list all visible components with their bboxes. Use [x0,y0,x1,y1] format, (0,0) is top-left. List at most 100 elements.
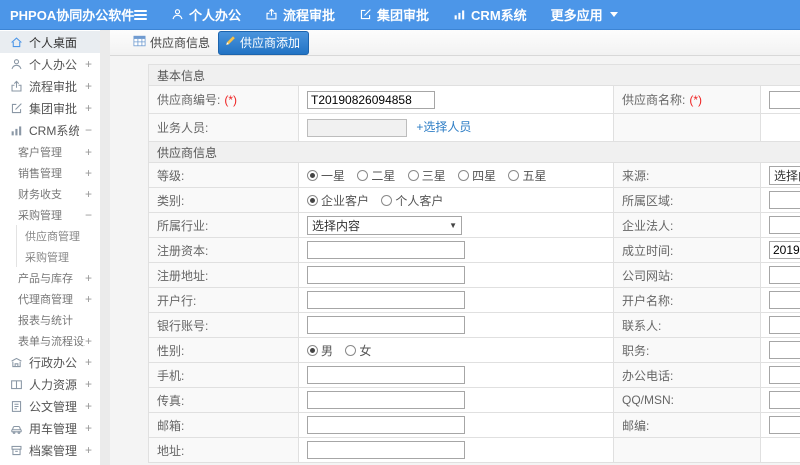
radio-level-2[interactable]: 二星 [357,167,395,184]
nav-label: 流程审批 [283,8,336,23]
sidebar-item-personal-office[interactable]: 个人办公 + [0,53,100,75]
sidebar-item-hr[interactable]: 人力资源 + [0,373,100,395]
fax-input[interactable] [307,391,465,409]
nav-label: 集团审批 [377,8,430,23]
qq-msn-input[interactable] [769,391,800,409]
nav-workflow-approval[interactable]: 流程审批 [265,5,335,24]
supplier-form-table: 基本信息 供应商编号:(*) 供应商名称:(*) 业务人员: +选择人员 [147,64,800,463]
contact-input[interactable] [769,316,800,334]
gender-radio-group: 男 女 [298,337,614,363]
radio-level-1[interactable]: 一星 [307,167,345,184]
address-label: 地址: [148,437,299,463]
radio-gender-male[interactable]: 男 [307,342,333,359]
nav-personal-office[interactable]: 个人办公 [171,5,241,24]
account-name-label: 开户名称: [613,287,761,313]
topbar: PHPOA协同办公软件 个人办公 流程审批 集团审批 CRM系统 更多应用 [0,0,800,30]
contact-label: 联系人: [613,312,761,338]
website-label: 公司网站: [613,262,761,288]
radio-off-icon [407,169,419,181]
sidebar-item-form-flow-settings[interactable]: 表单与流程设置 + [0,330,100,351]
registered-capital-input[interactable] [307,241,465,259]
bank-input[interactable] [307,291,465,309]
account-name-input[interactable] [769,291,800,309]
registered-address-input[interactable] [307,266,465,284]
sidebar-item-personal-desktop[interactable]: 个人桌面 [0,31,100,53]
email-input[interactable] [307,416,465,434]
nav-label: 个人办公 [189,8,242,23]
category-label: 类别: [148,187,299,213]
form-panel: 基本信息 供应商编号:(*) 供应商名称:(*) 业务人员: +选择人员 [110,56,800,463]
website-input[interactable] [769,266,800,284]
source-select[interactable]: 选择内容▼ [769,165,800,185]
nav-group-approval[interactable]: 集团审批 [359,5,429,24]
approval-icon [10,102,23,115]
nav-crm[interactable]: CRM系统 [453,5,527,24]
sidebar-item-product-inventory[interactable]: 产品与库存 + [0,267,100,288]
sidebar-item-supplier-mgmt[interactable]: 供应商管理 [17,225,100,246]
sidebar-item-vehicle-mgmt[interactable]: 用车管理 + [0,417,100,439]
office-icon [10,356,23,369]
position-label: 职务: [613,337,761,363]
empty-field-cell [759,113,800,142]
region-label: 所属区域: [613,187,761,213]
business-staff-label: 业务人员: [148,113,299,142]
sidebar-item-agent-mgmt[interactable]: 代理商管理 + [0,288,100,309]
radio-level-3[interactable]: 三星 [407,167,446,184]
select-staff-link[interactable]: +选择人员 [416,120,471,134]
sidebar-item-workflow-approval[interactable]: 流程审批 + [0,75,100,97]
purchase-submenu: 供应商管理 采购管理 [16,225,100,267]
radio-on-icon [307,344,318,356]
founded-date-input[interactable] [769,241,800,259]
section-title-supplier-info: 供应商信息 [147,141,800,163]
position-input[interactable] [769,341,800,359]
sidebar-item-group-approval[interactable]: 集团审批 + [0,97,100,119]
sidebar-item-archive-mgmt[interactable]: 档案管理 + [0,439,100,461]
bank-account-input[interactable] [307,316,465,334]
menu-toggle-icon[interactable] [134,9,147,20]
sidebar-item-purchasing[interactable]: 采购管理 [17,246,100,267]
nav-more-apps[interactable]: 更多应用 [551,5,618,24]
main-area: 供应商信息 供应商添加 基本信息 供应商编号:(*) 供应商名称:(*) 业务人… [110,30,800,465]
radio-category-company[interactable]: 企业客户 [307,192,369,209]
sidebar-item-document-mgmt[interactable]: 公文管理 + [0,395,100,417]
flow-icon [10,80,23,93]
nav-label: CRM系统 [471,8,527,23]
tab-supplier-add[interactable]: 供应商添加 [218,30,310,55]
founded-date-label: 成立时间: [613,237,761,263]
supplier-name-label: 供应商名称: (*) [613,85,761,114]
region-input[interactable] [769,191,800,209]
radio-category-personal[interactable]: 个人客户 [381,192,443,209]
car-icon [10,422,23,435]
supplier-code-input[interactable] [307,90,435,109]
industry-select[interactable]: 选择内容 ▼ [307,215,462,235]
business-staff-input[interactable] [307,118,407,137]
qq-msn-label: QQ/MSN: [613,387,761,413]
level-label: 等级: [148,162,299,188]
office-phone-input[interactable] [769,366,800,384]
radio-gender-female[interactable]: 女 [345,342,371,359]
level-radio-group: 一星 二星 三星 四星 五星 [298,162,614,188]
radio-level-5[interactable]: 五星 [508,167,546,184]
sidebar-item-reports[interactable]: 报表与统计 [0,309,100,330]
sidebar-item-crm[interactable]: CRM系统 − [0,119,100,141]
legal-person-input[interactable] [769,216,800,234]
supplier-name-input[interactable] [769,90,800,109]
sidebar-splitter[interactable] [100,30,110,465]
sidebar-item-sales-mgmt[interactable]: 销售管理 + [0,162,100,183]
fax-label: 传真: [148,387,299,413]
address-input[interactable] [307,441,465,459]
select-caret-icon: ▼ [449,220,457,230]
zip-input[interactable] [769,416,800,434]
sidebar-item-finance[interactable]: 财务收支 + [0,183,100,204]
tab-bar: 供应商信息 供应商添加 [110,30,800,56]
hr-icon [10,378,23,391]
source-label: 来源: [613,162,761,188]
radio-level-4[interactable]: 四星 [458,167,496,184]
radio-off-icon [345,344,357,356]
registered-capital-label: 注册资本: [148,237,299,263]
tab-supplier-info[interactable]: 供应商信息 [133,34,210,51]
mobile-input[interactable] [307,366,465,384]
sidebar-item-customer-mgmt[interactable]: 客户管理 + [0,141,100,162]
sidebar-item-purchase-mgmt[interactable]: 采购管理 − [0,204,100,225]
sidebar-item-admin-office[interactable]: 行政办公 + [0,351,100,373]
